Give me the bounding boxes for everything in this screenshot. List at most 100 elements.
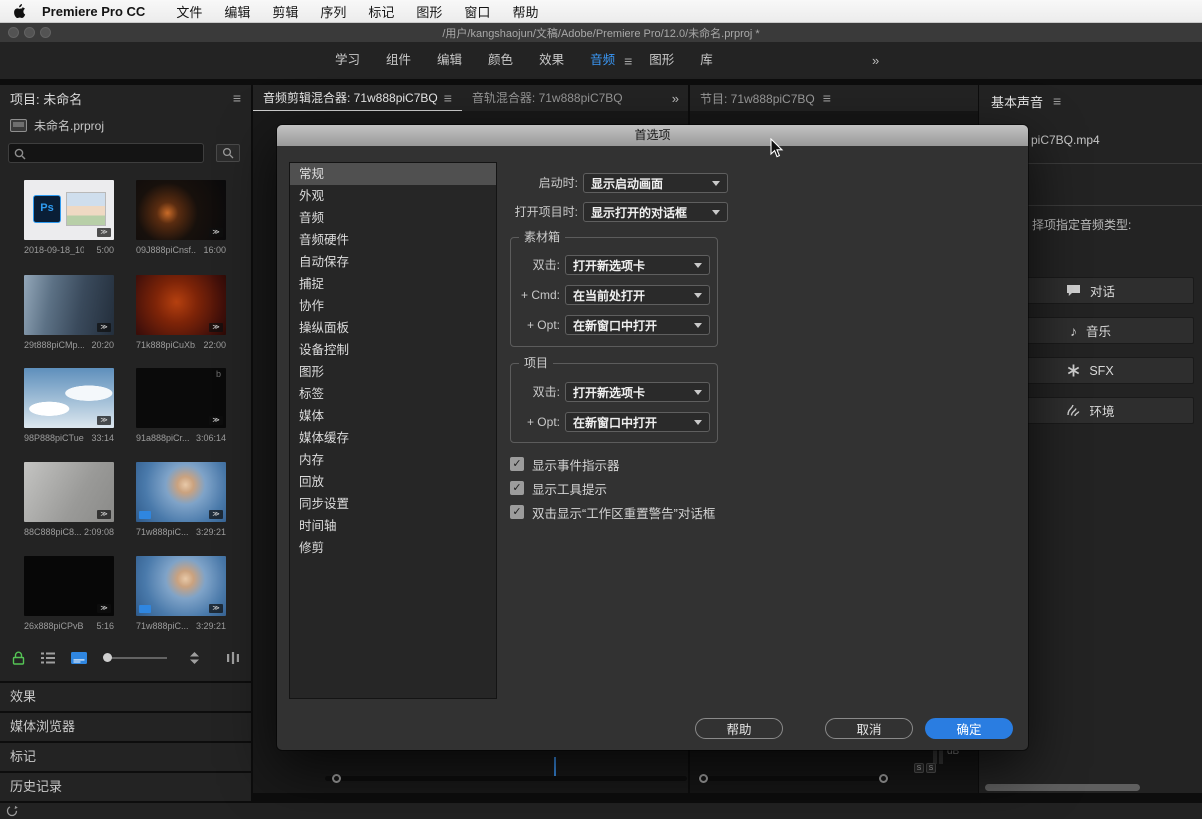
tab-essential-sound[interactable]: 基本声音 ≡ bbox=[979, 85, 1202, 117]
project-item[interactable]: ≫ 71w888piC...3:29:21 bbox=[136, 556, 226, 631]
panel-menu-icon[interactable]: ≡ bbox=[1053, 93, 1061, 109]
sort-order-icon[interactable] bbox=[189, 652, 200, 664]
solo-button[interactable]: S bbox=[926, 763, 936, 773]
clip-thumbnail[interactable]: ≫ bbox=[136, 180, 226, 240]
panel-menu-icon[interactable]: ≡ bbox=[823, 90, 831, 106]
prefs-category-collaboration[interactable]: 协作 bbox=[290, 295, 496, 317]
project-item[interactable]: ≫ 71k888piCuXb...22:00 bbox=[136, 275, 226, 350]
open-projects-dropdown[interactable]: 显示打开的对话框 bbox=[583, 202, 728, 222]
slider-knob[interactable] bbox=[103, 653, 112, 662]
list-view-icon[interactable] bbox=[41, 652, 55, 664]
tab-audio-clip-mixer[interactable]: 音频剪辑混合器: 71w888piC7BQ ≡ bbox=[253, 85, 462, 111]
cancel-button[interactable]: 取消 bbox=[825, 718, 913, 739]
workspace-tab-color[interactable]: 颜色 bbox=[475, 42, 526, 79]
bins-cmd-dropdown[interactable]: 在当前处打开 bbox=[565, 285, 710, 305]
sidebar-item-effects[interactable]: 效果 bbox=[0, 683, 251, 711]
sidebar-item-history[interactable]: 历史记录 bbox=[0, 773, 251, 801]
horizontal-scrollbar-thumb[interactable] bbox=[985, 784, 1140, 791]
checkbox[interactable] bbox=[510, 505, 524, 519]
search-box[interactable] bbox=[8, 143, 204, 163]
project-item[interactable]: ≫ 2018-09-18_10...5:00 bbox=[24, 180, 114, 255]
prefs-category-control-surface[interactable]: 操纵面板 bbox=[290, 317, 496, 339]
bins-opt-dropdown[interactable]: 在新窗口中打开 bbox=[565, 315, 710, 335]
project-file-row[interactable]: 未命名.prproj bbox=[10, 117, 104, 134]
apple-icon[interactable] bbox=[14, 4, 26, 18]
prefs-category-graphics[interactable]: 图形 bbox=[290, 361, 496, 383]
panel-menu-icon[interactable]: ≡ bbox=[444, 85, 452, 111]
close-button[interactable] bbox=[8, 27, 19, 38]
icon-view-icon[interactable] bbox=[71, 652, 87, 664]
prefs-category-sync-settings[interactable]: 同步设置 bbox=[290, 493, 496, 515]
clip-thumbnail[interactable]: ≫ bbox=[136, 275, 226, 335]
clip-thumbnail[interactable]: ≫ bbox=[24, 556, 114, 616]
clip-thumbnail[interactable]: ≫ bbox=[136, 556, 226, 616]
workspace-tab-audio[interactable]: 音频 bbox=[577, 42, 628, 79]
prefs-category-labels[interactable]: 标签 bbox=[290, 383, 496, 405]
checkbox[interactable] bbox=[510, 457, 524, 471]
scrollbar-handle[interactable] bbox=[699, 774, 708, 783]
workspace-tab-graphics[interactable]: 图形 bbox=[636, 42, 687, 79]
prefs-category-memory[interactable]: 内存 bbox=[290, 449, 496, 471]
menubar-item-markers[interactable]: 标记 bbox=[357, 2, 405, 21]
project-item[interactable]: ≫ 98P888piCTue...33:14 bbox=[24, 368, 114, 443]
clip-thumbnail[interactable]: ≫ bbox=[136, 462, 226, 522]
checkbox-row-tooltips[interactable]: 显示工具提示 bbox=[510, 480, 607, 496]
bins-double-click-dropdown[interactable]: 打开新选项卡 bbox=[565, 255, 710, 275]
project-item[interactable]: ≫ 91a888piCr...3:06:14 bbox=[136, 368, 226, 443]
workspace-tab-editing[interactable]: 编辑 bbox=[424, 42, 475, 79]
menubar-item-file[interactable]: 文件 bbox=[165, 2, 213, 21]
clip-thumbnail[interactable]: ≫ bbox=[136, 368, 226, 428]
solo-button[interactable]: S bbox=[914, 763, 924, 773]
project-item[interactable]: ≫ 71w888piC...3:29:21 bbox=[136, 462, 226, 537]
horizontal-scrollbar[interactable] bbox=[698, 776, 890, 781]
checkbox-row-event-indicators[interactable]: 显示事件指示器 bbox=[510, 456, 620, 472]
project-panel-header[interactable]: 项目: 未命名 ≡ bbox=[0, 85, 251, 111]
checkbox-row-workspace-warning[interactable]: 双击显示“工作区重置警告”对话框 bbox=[510, 504, 715, 520]
menubar-item-sequence[interactable]: 序列 bbox=[309, 2, 357, 21]
clip-thumbnail[interactable]: ≫ bbox=[24, 180, 114, 240]
help-button[interactable]: 帮助 bbox=[695, 718, 783, 739]
prefs-category-trim[interactable]: 修剪 bbox=[290, 537, 496, 559]
new-search-bin-button[interactable] bbox=[216, 144, 240, 162]
menubar-item-help[interactable]: 帮助 bbox=[501, 2, 549, 21]
startup-dropdown[interactable]: 显示启动画面 bbox=[583, 173, 728, 193]
tab-program-monitor[interactable]: 节目: 71w888piC7BQ ≡ bbox=[690, 85, 978, 111]
sync-status-icon[interactable] bbox=[6, 805, 18, 817]
workspace-tab-effects[interactable]: 效果 bbox=[526, 42, 577, 79]
menubar-item-clip[interactable]: 剪辑 bbox=[261, 2, 309, 21]
prefs-category-timeline[interactable]: 时间轴 bbox=[290, 515, 496, 537]
projects-opt-dropdown[interactable]: 在新窗口中打开 bbox=[565, 412, 710, 432]
search-input[interactable] bbox=[31, 146, 196, 160]
playhead-marker[interactable] bbox=[554, 757, 556, 776]
menubar-item-graphics[interactable]: 图形 bbox=[405, 2, 453, 21]
lock-icon[interactable] bbox=[12, 651, 25, 665]
menubar-item-edit[interactable]: 编辑 bbox=[213, 2, 261, 21]
menubar-app-name[interactable]: Premiere Pro CC bbox=[42, 4, 145, 19]
zoom-button[interactable] bbox=[40, 27, 51, 38]
prefs-category-media[interactable]: 媒体 bbox=[290, 405, 496, 427]
sidebar-item-media-browser[interactable]: 媒体浏览器 bbox=[0, 713, 251, 741]
panel-menu-icon[interactable]: ≡ bbox=[233, 90, 241, 106]
tab-overflow-chevron[interactable]: » bbox=[663, 91, 688, 106]
prefs-category-media-cache[interactable]: 媒体缓存 bbox=[290, 427, 496, 449]
ok-button[interactable]: 确定 bbox=[925, 718, 1013, 739]
projects-double-click-dropdown[interactable]: 打开新选项卡 bbox=[565, 382, 710, 402]
project-item[interactable]: ≫ 29t888piCMp...20:20 bbox=[24, 275, 114, 350]
scrollbar-handle[interactable] bbox=[879, 774, 888, 783]
prefs-category-capture[interactable]: 捕捉 bbox=[290, 273, 496, 295]
automation-bars-icon[interactable] bbox=[227, 652, 239, 664]
checkbox[interactable] bbox=[510, 481, 524, 495]
prefs-category-playback[interactable]: 回放 bbox=[290, 471, 496, 493]
workspace-tab-assembly[interactable]: 组件 bbox=[373, 42, 424, 79]
scrollbar-handle[interactable] bbox=[332, 774, 341, 783]
minimize-button[interactable] bbox=[24, 27, 35, 38]
workspace-overflow-chevron[interactable]: » bbox=[872, 42, 879, 79]
project-item[interactable]: ≫ 09J888piCnsf...16:00 bbox=[136, 180, 226, 255]
clip-thumbnail[interactable]: ≫ bbox=[24, 462, 114, 522]
horizontal-scrollbar[interactable] bbox=[325, 776, 687, 781]
project-item[interactable]: ≫ 26x888piCPvB...5:16 bbox=[24, 556, 114, 631]
dialog-title[interactable]: 首选项 bbox=[277, 125, 1028, 146]
prefs-category-auto-save[interactable]: 自动保存 bbox=[290, 251, 496, 273]
prefs-category-audio-hardware[interactable]: 音频硬件 bbox=[290, 229, 496, 251]
workspace-tab-libraries[interactable]: 库 bbox=[687, 42, 726, 79]
